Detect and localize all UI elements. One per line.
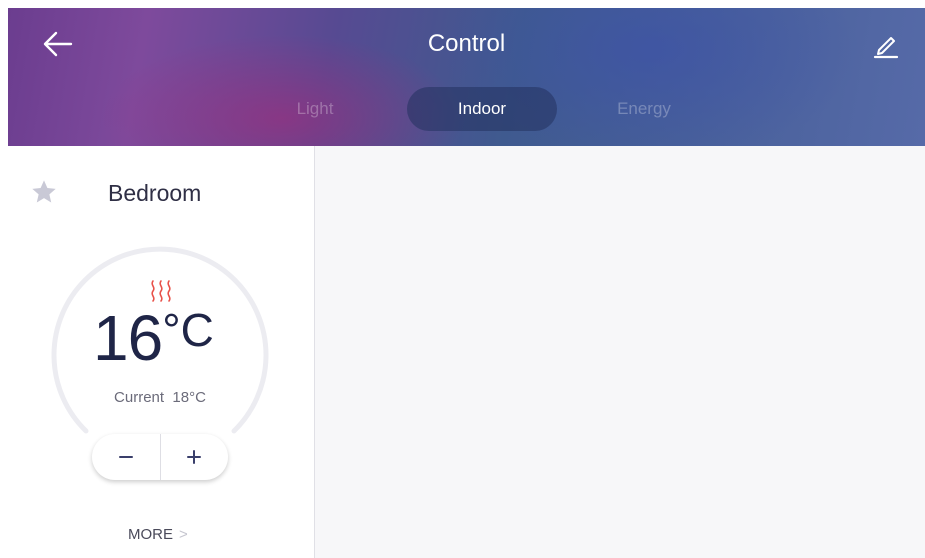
tab-indoor[interactable]: Indoor <box>407 87 557 131</box>
target-temp-value: 16 <box>93 302 163 374</box>
room-name: Bedroom <box>108 180 202 206</box>
tab-energy[interactable]: Energy <box>594 87 694 131</box>
increase-button[interactable] <box>161 434 229 480</box>
plus-icon <box>187 450 202 464</box>
pencil-icon <box>873 37 899 59</box>
header-bar: Control Light Indoor Energy <box>8 8 925 146</box>
current-label: Current <box>114 389 165 406</box>
decrease-button[interactable] <box>92 434 160 480</box>
room-card: Bedroom 16°C Current 18°C MORE > <box>8 146 314 558</box>
top-strip <box>0 0 925 8</box>
star-icon <box>32 180 56 203</box>
chevron-right-icon: > <box>179 526 188 543</box>
more-label: MORE <box>128 526 173 543</box>
temperature-stepper <box>92 434 228 480</box>
minus-icon <box>118 456 133 458</box>
temp-unit: °C <box>162 304 214 356</box>
more-link[interactable]: MORE > <box>128 526 188 543</box>
target-temperature: 16°C <box>93 306 214 370</box>
content-area <box>315 146 925 558</box>
tab-light[interactable]: Light <box>270 87 360 131</box>
current-value: 18°C <box>172 389 206 406</box>
favorite-button[interactable] <box>30 178 58 206</box>
edit-button[interactable] <box>866 26 906 62</box>
heat-icon <box>151 280 171 302</box>
page-title: Control <box>427 30 506 57</box>
current-temperature: Current 18°C <box>8 389 312 406</box>
